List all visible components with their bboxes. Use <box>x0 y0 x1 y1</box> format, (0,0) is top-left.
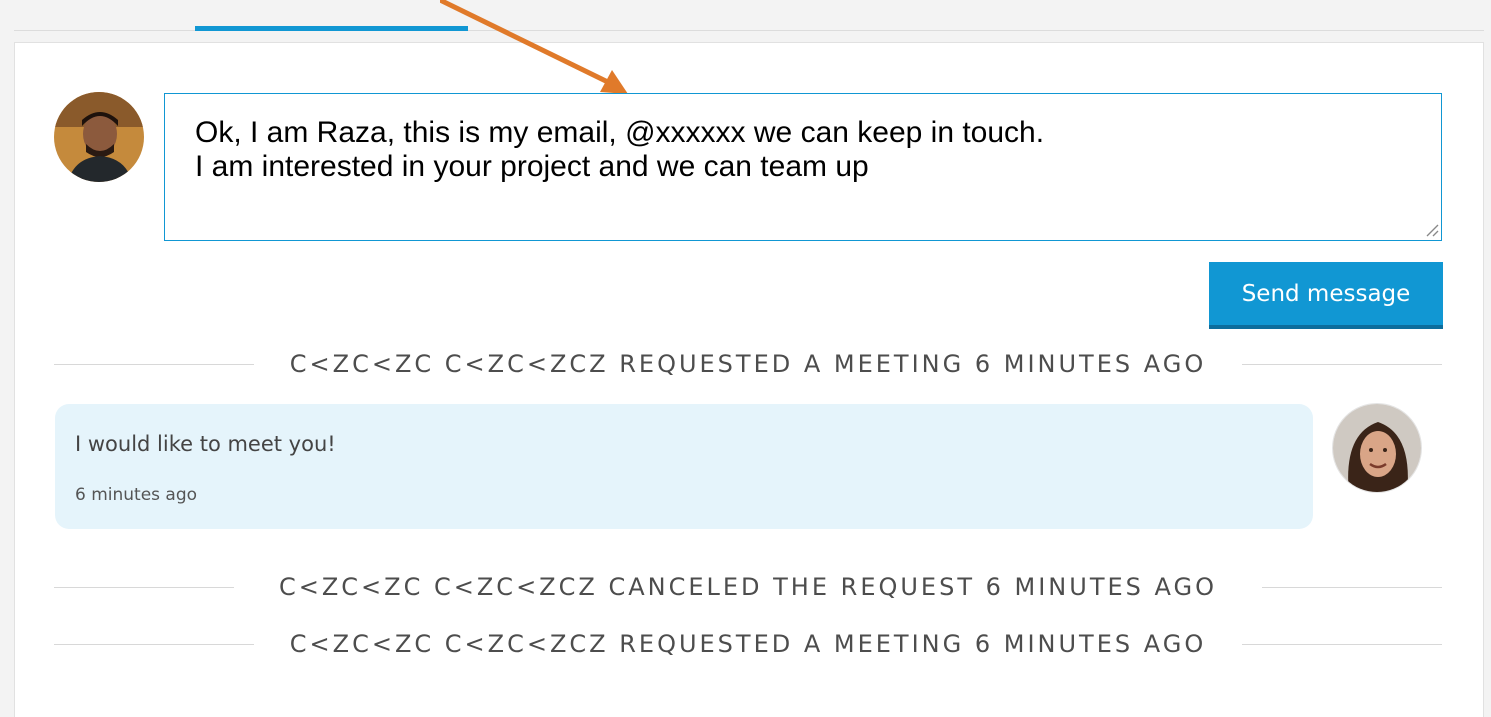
event-divider: C<ZC<ZC C<ZC<ZCZ CANCELED THE REQUEST 6 … <box>54 567 1442 607</box>
divider-line <box>1262 587 1442 588</box>
divider-line <box>54 587 234 588</box>
tab-active-indicator[interactable] <box>195 26 468 31</box>
message-timestamp: 6 minutes ago <box>75 485 198 505</box>
event-text: C<ZC<ZC C<ZC<ZCZ CANCELED THE REQUEST 6 … <box>260 573 1236 601</box>
annotation-arrow-icon <box>440 0 628 94</box>
tab-strip <box>0 0 1491 42</box>
resize-grip-icon[interactable] <box>1424 222 1440 238</box>
my-avatar <box>54 92 144 182</box>
send-message-button[interactable]: Send message <box>1209 262 1443 329</box>
message-bubble: I would like to meet you! 6 minutes ago <box>55 404 1313 529</box>
event-text: C<ZC<ZC C<ZC<ZCZ REQUESTED A MEETING 6 M… <box>271 350 1225 378</box>
event-divider: C<ZC<ZC C<ZC<ZCZ REQUESTED A MEETING 6 M… <box>54 344 1442 384</box>
divider-line <box>1242 644 1442 645</box>
sender-avatar <box>1332 403 1422 493</box>
event-text: C<ZC<ZC C<ZC<ZCZ REQUESTED A MEETING 6 M… <box>271 630 1225 658</box>
event-divider: C<ZC<ZC C<ZC<ZCZ REQUESTED A MEETING 6 M… <box>54 624 1442 664</box>
divider-line <box>1242 364 1442 365</box>
message-text: I would like to meet you! <box>75 432 336 456</box>
message-input[interactable] <box>164 93 1442 241</box>
divider-line <box>54 364 254 365</box>
divider-line <box>54 644 254 645</box>
